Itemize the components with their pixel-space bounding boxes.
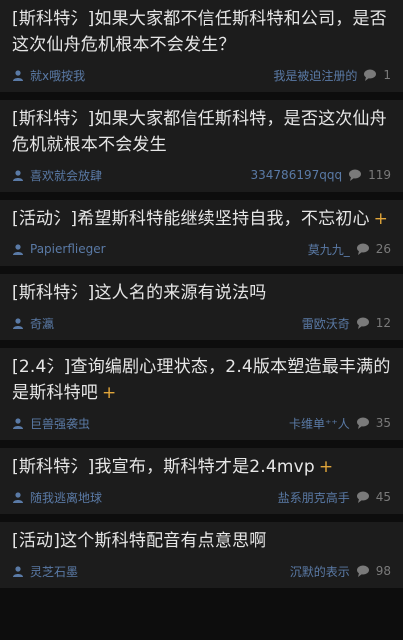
post-card[interactable]: [活动]这个斯科特配音有点意思啊 灵芝石墨 沉默的表示 98: [0, 522, 403, 588]
last-replier-name[interactable]: 莫九九_: [308, 241, 350, 258]
post-title[interactable]: [斯科特氵]如果大家都信任斯科特，是否这次仙舟危机就根本不会发生: [12, 106, 391, 158]
post-card[interactable]: [活动氵]希望斯科特能继续坚持自我，不忘初心 + Papierflieger 莫九…: [0, 200, 403, 266]
post-meta: 随我逃离地球 盐系朋克高手 45: [12, 480, 391, 514]
post-card[interactable]: [斯科特氵]这人名的来源有说法吗 奇瀛 雷欧沃奇 12: [0, 274, 403, 340]
reply-count: 45: [375, 490, 391, 504]
post-meta: 灵芝石墨 沉默的表示 98: [12, 554, 391, 588]
plus-badge: +: [373, 209, 389, 229]
last-replier-name[interactable]: 334786197qqq: [251, 168, 343, 182]
author-name[interactable]: Papierflieger: [30, 242, 106, 256]
author-name[interactable]: 就x哦按我: [30, 67, 85, 84]
author-name[interactable]: 奇瀛: [30, 315, 54, 332]
post-title-text: [斯科特氵]我宣布，斯科特才是2.4mvp: [12, 457, 315, 477]
post-meta: Papierflieger 莫九九_ 26: [12, 232, 391, 266]
user-icon: [13, 244, 23, 255]
post-title-text: [斯科特氵]如果大家都不信任斯科特和公司，是否这次仙舟危机根本不会发生？: [12, 9, 387, 55]
comment-bubble-icon: [356, 243, 369, 255]
reply-count: 98: [375, 564, 391, 578]
last-replier-name[interactable]: 沉默的表示: [290, 563, 350, 580]
plus-badge: +: [102, 383, 117, 403]
post-title-text: [活动氵]希望斯科特能继续坚持自我，不忘初心: [12, 209, 370, 229]
post-title[interactable]: [斯科特氵]这人名的来源有说法吗: [12, 280, 391, 306]
author-name[interactable]: 巨兽强袭虫: [30, 415, 90, 432]
last-replier-name[interactable]: 我是被迫注册的: [273, 67, 357, 84]
user-icon: [13, 170, 23, 181]
author-name[interactable]: 喜欢就会放肆: [30, 167, 102, 184]
post-title-text: [2.4氵]查询编剧心理状态，2.4版本塑造最丰满的是斯科特吧: [12, 357, 391, 403]
last-replier-name[interactable]: 盐系朋克高手: [278, 489, 350, 506]
reply-count: 119: [368, 168, 391, 182]
post-meta: 喜欢就会放肆 334786197qqq 119: [12, 158, 391, 192]
post-meta: 巨兽强袭虫 卡维单⁺⁺人 35: [12, 406, 391, 440]
reply-count: 35: [375, 416, 391, 430]
comment-bubble-icon: [349, 169, 362, 181]
reply-count: 1: [383, 68, 391, 82]
post-card[interactable]: [斯科特氵]如果大家都不信任斯科特和公司，是否这次仙舟危机根本不会发生？ 就x哦…: [0, 0, 403, 92]
user-icon: [13, 70, 23, 81]
post-title-text: [斯科特氵]这人名的来源有说法吗: [12, 283, 267, 303]
post-card[interactable]: [斯科特氵]如果大家都信任斯科特，是否这次仙舟危机就根本不会发生 喜欢就会放肆 …: [0, 100, 403, 192]
user-icon: [13, 566, 23, 577]
author-name[interactable]: 灵芝石墨: [30, 563, 78, 580]
last-replier-name[interactable]: 雷欧沃奇: [302, 315, 350, 332]
post-card[interactable]: [2.4氵]查询编剧心理状态，2.4版本塑造最丰满的是斯科特吧 + 巨兽强袭虫 卡…: [0, 348, 403, 440]
comment-bubble-icon: [364, 69, 377, 81]
author-name[interactable]: 随我逃离地球: [30, 489, 102, 506]
reply-count: 26: [375, 242, 391, 256]
post-title[interactable]: [活动]这个斯科特配音有点意思啊: [12, 528, 391, 554]
post-title[interactable]: [活动氵]希望斯科特能继续坚持自我，不忘初心 +: [12, 206, 391, 232]
comment-bubble-icon: [356, 317, 369, 329]
reply-count: 12: [375, 316, 391, 330]
user-icon: [13, 492, 23, 503]
plus-badge: +: [318, 457, 334, 477]
post-meta: 奇瀛 雷欧沃奇 12: [12, 306, 391, 340]
post-title[interactable]: [斯科特氵]我宣布，斯科特才是2.4mvp +: [12, 454, 391, 480]
last-replier-name[interactable]: 卡维单⁺⁺人: [289, 415, 350, 432]
post-title-text: [斯科特氵]如果大家都信任斯科特，是否这次仙舟危机就根本不会发生: [12, 109, 387, 155]
post-feed: [斯科特氵]如果大家都不信任斯科特和公司，是否这次仙舟危机根本不会发生？ 就x哦…: [0, 0, 403, 588]
user-icon: [13, 318, 23, 329]
post-title-text: [活动]这个斯科特配音有点意思啊: [12, 531, 267, 551]
comment-bubble-icon: [356, 491, 369, 503]
comment-bubble-icon: [356, 565, 369, 577]
post-title[interactable]: [2.4氵]查询编剧心理状态，2.4版本塑造最丰满的是斯科特吧 +: [12, 354, 391, 406]
comment-bubble-icon: [356, 417, 369, 429]
post-meta: 就x哦按我 我是被迫注册的 1: [12, 58, 391, 92]
post-title[interactable]: [斯科特氵]如果大家都不信任斯科特和公司，是否这次仙舟危机根本不会发生？: [12, 6, 391, 58]
user-icon: [13, 418, 23, 429]
post-card[interactable]: [斯科特氵]我宣布，斯科特才是2.4mvp + 随我逃离地球 盐系朋克高手 45: [0, 448, 403, 514]
